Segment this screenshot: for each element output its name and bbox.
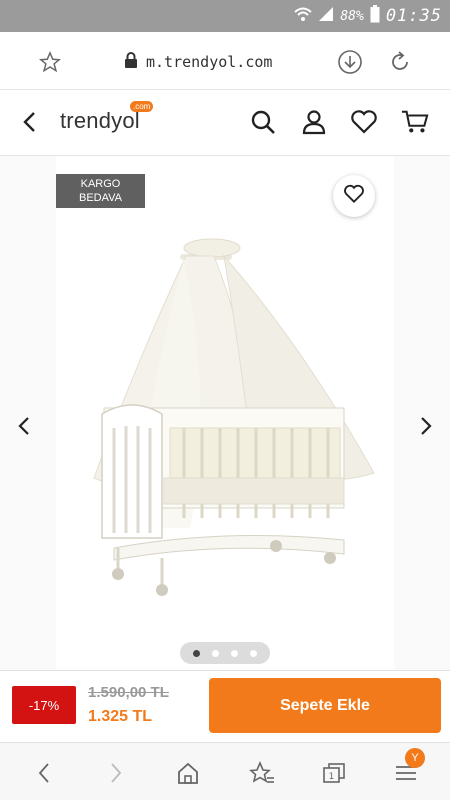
user-icon[interactable]: [300, 108, 328, 136]
bookmark-star-icon[interactable]: [248, 759, 276, 787]
url-text: m.trendyol.com: [146, 53, 273, 71]
pagination-dot[interactable]: [231, 649, 238, 657]
browser-bottom-nav: 1: [0, 742, 450, 800]
new-price: 1.325 TL: [88, 708, 153, 725]
old-price: 1.590,00 TL: [88, 684, 169, 701]
tabs-icon[interactable]: 1: [320, 759, 348, 787]
cart-icon[interactable]: [401, 108, 429, 136]
chevron-left-icon: [17, 416, 31, 441]
heart-icon[interactable]: [350, 108, 378, 136]
status-bar: 88% 01:35: [0, 0, 450, 32]
prev-image-button[interactable]: [12, 414, 36, 442]
back-icon[interactable]: [16, 108, 44, 136]
image-pagination: [180, 642, 270, 664]
next-image-button[interactable]: [414, 414, 438, 442]
product-image: [74, 228, 384, 600]
battery-percent: 88%: [340, 8, 364, 24]
favorite-button[interactable]: [333, 175, 375, 217]
badge-line-2: BEDAVA: [79, 192, 122, 204]
download-icon[interactable]: [336, 48, 364, 76]
back-nav-icon[interactable]: [30, 759, 58, 787]
svg-text:1: 1: [329, 772, 335, 782]
lock-icon: [124, 51, 138, 73]
home-icon[interactable]: [174, 759, 202, 787]
clock: 01:35: [385, 6, 442, 26]
chevron-right-icon: [419, 416, 433, 441]
wifi-icon: [294, 6, 312, 26]
site-header: trendyol .com: [0, 90, 450, 156]
address-bar[interactable]: m.trendyol.com: [124, 50, 272, 74]
browser-bar: m.trendyol.com: [0, 32, 450, 90]
battery-icon: [370, 5, 380, 27]
logo-com-badge: .com: [130, 101, 154, 112]
forward-nav-icon[interactable]: [102, 759, 130, 787]
refresh-icon[interactable]: [386, 48, 414, 76]
discount-badge: -17%: [12, 686, 76, 724]
free-shipping-badge: KARGO BEDAVA: [56, 174, 145, 208]
add-to-cart-button[interactable]: Sepete Ekle: [209, 678, 441, 733]
heart-icon: [343, 184, 365, 209]
menu-badge: Y: [405, 748, 425, 768]
signal-icon: [318, 6, 334, 26]
pagination-dot[interactable]: [250, 649, 257, 657]
badge-line-1: KARGO: [80, 178, 121, 190]
pagination-dot[interactable]: [193, 649, 200, 657]
star-icon[interactable]: [36, 48, 64, 76]
trendyol-logo[interactable]: trendyol: [60, 108, 140, 134]
pagination-dot[interactable]: [212, 649, 219, 657]
search-icon[interactable]: [249, 108, 277, 136]
